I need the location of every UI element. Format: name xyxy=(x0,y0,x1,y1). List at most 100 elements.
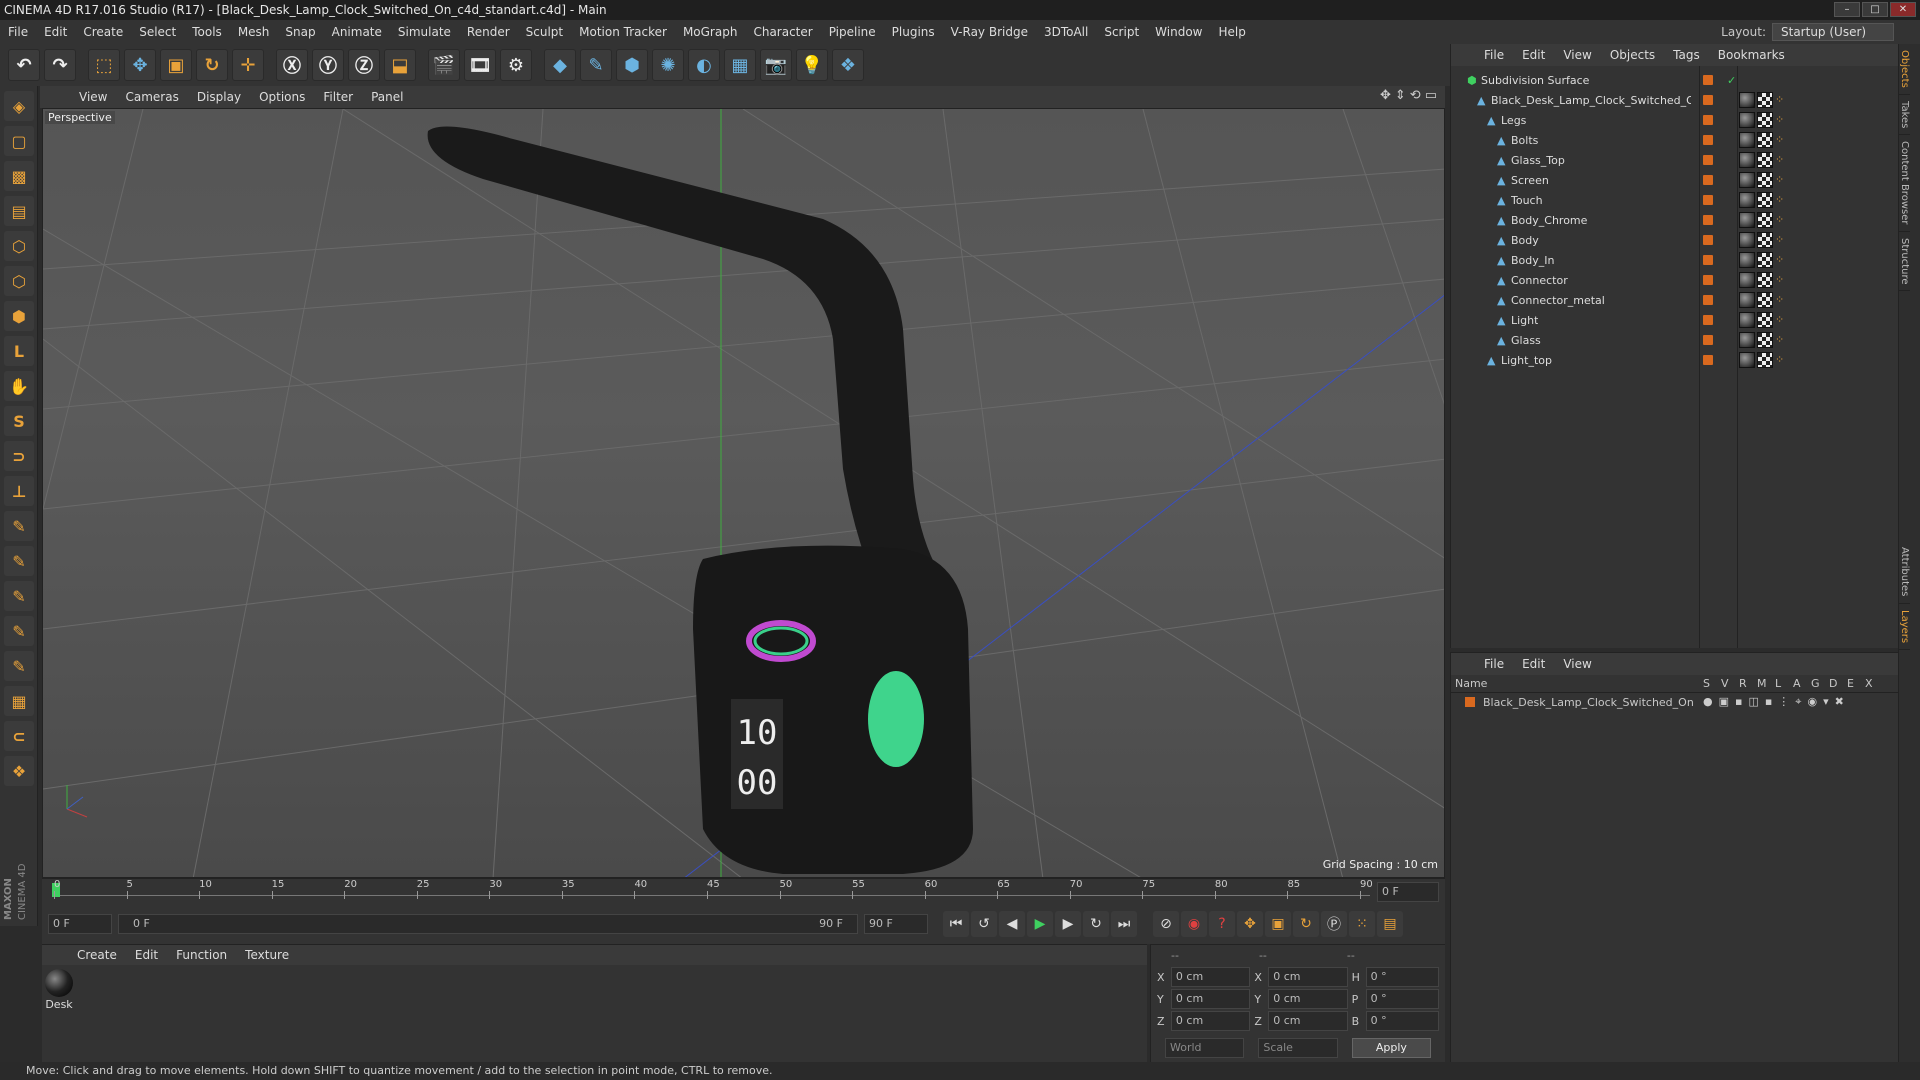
viewport-menu-options[interactable]: Options xyxy=(250,90,314,104)
selection-tag-icon[interactable]: ⁘ xyxy=(1775,292,1787,308)
render-picture-viewer-icon[interactable]: 🎞 xyxy=(464,49,496,81)
layer-color-icon[interactable] xyxy=(1703,75,1713,85)
material-tag-icon[interactable] xyxy=(1739,352,1755,368)
object-row[interactable]: ▲ Body_Chrome ⁘ xyxy=(1451,210,1899,230)
python-icon[interactable]: ❖ xyxy=(832,49,864,81)
timeline-window-icon[interactable]: ▤ xyxy=(1377,911,1403,937)
viewport-menu-filter[interactable]: Filter xyxy=(314,90,362,104)
object-row[interactable]: ▲ Light ⁘ xyxy=(1451,310,1899,330)
phong-tag-icon[interactable] xyxy=(1757,92,1773,108)
viewport-menu-panel[interactable]: Panel xyxy=(362,90,412,104)
material-tag-icon[interactable] xyxy=(1739,232,1755,248)
rotation-p-field[interactable]: 0 ° xyxy=(1365,989,1440,1009)
material-swatch[interactable]: Desk xyxy=(44,969,74,1011)
object-row[interactable]: ▲ Glass_Top ⁘ xyxy=(1451,150,1899,170)
auto-key-icon[interactable]: ? xyxy=(1209,911,1235,937)
tweak-mode-icon[interactable]: ✋ xyxy=(4,371,34,401)
render-settings-icon[interactable]: ⚙ xyxy=(500,49,532,81)
selection-tag-icon[interactable]: ⁘ xyxy=(1775,272,1787,288)
layer-color-icon[interactable] xyxy=(1703,175,1713,185)
redo-icon[interactable]: ↷ xyxy=(44,49,76,81)
3d-viewport[interactable]: 10 00 Perspective Grid Spacing : 10 cm xyxy=(42,108,1445,878)
layer-color-icon[interactable] xyxy=(1703,235,1713,245)
phong-tag-icon[interactable] xyxy=(1757,152,1773,168)
tab-layers[interactable]: Layers xyxy=(1899,604,1910,650)
current-frame-field[interactable]: 0 F xyxy=(1377,882,1439,902)
x-axis-lock-icon[interactable]: Ⓧ xyxy=(276,49,308,81)
object-row[interactable]: ▲ Light_top ⁘ xyxy=(1451,350,1899,370)
go-to-start-icon[interactable]: ⏮ xyxy=(943,911,969,937)
key-rotation-icon[interactable]: ↻ xyxy=(1293,911,1319,937)
range-slider[interactable]: 0 F 90 F xyxy=(118,914,858,934)
material-tag-icon[interactable] xyxy=(1739,132,1755,148)
object-row[interactable]: ▲ Glass ⁘ xyxy=(1451,330,1899,350)
sculpt-brush-icon[interactable]: ✎ xyxy=(4,581,34,611)
live-selection-icon[interactable]: ⬚ xyxy=(88,49,120,81)
material-menu-function[interactable]: Function xyxy=(167,948,236,962)
maximize-view-icon[interactable]: ▭ xyxy=(1425,88,1437,103)
grid-icon[interactable]: ▦ xyxy=(4,686,34,716)
minimize-button[interactable]: – xyxy=(1834,2,1860,17)
layer-color-icon[interactable] xyxy=(1703,255,1713,265)
rotation-h-field[interactable]: 0 ° xyxy=(1365,967,1440,987)
lamp-model[interactable]: 10 00 xyxy=(427,126,973,875)
axis-mode-icon[interactable]: L xyxy=(4,336,34,366)
coordinate-system-icon[interactable]: ⬓ xyxy=(384,49,416,81)
layer-color-icon[interactable] xyxy=(1703,135,1713,145)
phong-tag-icon[interactable] xyxy=(1757,332,1773,348)
om-menu-bookmarks[interactable]: Bookmarks xyxy=(1709,48,1794,62)
menu-vray-bridge[interactable]: V-Ray Bridge xyxy=(943,25,1036,39)
object-row[interactable]: ▲ Body ⁘ xyxy=(1451,230,1899,250)
object-row[interactable]: ▲ Connector_metal ⁘ xyxy=(1451,290,1899,310)
position-y-field[interactable]: 0 cm xyxy=(1170,989,1251,1009)
menu-snap[interactable]: Snap xyxy=(277,25,323,39)
phong-tag-icon[interactable] xyxy=(1757,272,1773,288)
record-keys-icon[interactable]: ◉ xyxy=(1181,911,1207,937)
menu-render[interactable]: Render xyxy=(459,25,518,39)
menu-mesh[interactable]: Mesh xyxy=(230,25,278,39)
material-tag-icon[interactable] xyxy=(1739,332,1755,348)
previous-frame-icon[interactable]: ◀ xyxy=(999,911,1025,937)
lm-menu-edit[interactable]: Edit xyxy=(1513,657,1554,671)
workplane-axis-icon[interactable]: ⊥ xyxy=(4,476,34,506)
layer-color-icon[interactable] xyxy=(1703,275,1713,285)
key-position-icon[interactable]: ✥ xyxy=(1237,911,1263,937)
position-x-field[interactable]: 0 cm xyxy=(1170,967,1251,987)
layer-color-icon[interactable] xyxy=(1703,155,1713,165)
layer-flag-icons[interactable]: ●▣▪◫▪⋮⌖◉▾✖ xyxy=(1703,695,1850,709)
pan-icon[interactable]: ✥ xyxy=(1380,88,1391,103)
deformer-icon[interactable]: ◐ xyxy=(688,49,720,81)
previous-key-icon[interactable]: ↺ xyxy=(971,911,997,937)
end-frame-field[interactable]: 90 F xyxy=(864,914,928,934)
selection-tag-icon[interactable]: ⁘ xyxy=(1775,152,1787,168)
menu-pipeline[interactable]: Pipeline xyxy=(821,25,884,39)
tab-structure[interactable]: Structure xyxy=(1899,232,1910,292)
array-object-icon[interactable]: ✺ xyxy=(652,49,684,81)
object-row[interactable]: ▲ Black_Desk_Lamp_Clock_Switched_On ⁘ xyxy=(1451,90,1899,110)
selection-tag-icon[interactable]: ⁘ xyxy=(1775,332,1787,348)
menu-animate[interactable]: Animate xyxy=(324,25,390,39)
light-icon[interactable]: 💡 xyxy=(796,49,828,81)
phong-tag-icon[interactable] xyxy=(1757,292,1773,308)
selection-tag-icon[interactable]: ⁘ xyxy=(1775,192,1787,208)
phong-tag-icon[interactable] xyxy=(1757,252,1773,268)
spline-pen-icon[interactable]: ✎ xyxy=(580,49,612,81)
tab-content-browser[interactable]: Content Browser xyxy=(1899,135,1910,232)
phong-tag-icon[interactable] xyxy=(1757,352,1773,368)
object-row[interactable]: ▲ Screen ⁘ xyxy=(1451,170,1899,190)
smooth-brush-icon[interactable]: ✎ xyxy=(4,651,34,681)
points-mode-icon[interactable]: ⬡ xyxy=(4,231,34,261)
menu-3dtoall[interactable]: 3DToAll xyxy=(1036,25,1096,39)
key-parameter-icon[interactable]: Ⓟ xyxy=(1321,911,1347,937)
selection-tag-icon[interactable]: ⁘ xyxy=(1775,352,1787,368)
material-menu-edit[interactable]: Edit xyxy=(126,948,167,962)
layer-color-icon[interactable] xyxy=(1703,195,1713,205)
y-axis-lock-icon[interactable]: Ⓨ xyxy=(312,49,344,81)
layer-color-icon[interactable] xyxy=(1703,315,1713,325)
orbit-icon[interactable]: ⟲ xyxy=(1410,88,1421,103)
menu-plugins[interactable]: Plugins xyxy=(884,25,943,39)
selection-tag-icon[interactable]: ⁘ xyxy=(1775,132,1787,148)
menu-select[interactable]: Select xyxy=(131,25,184,39)
size-mode-dropdown[interactable]: Scale xyxy=(1258,1038,1338,1058)
render-view-icon[interactable]: 🎬 xyxy=(428,49,460,81)
